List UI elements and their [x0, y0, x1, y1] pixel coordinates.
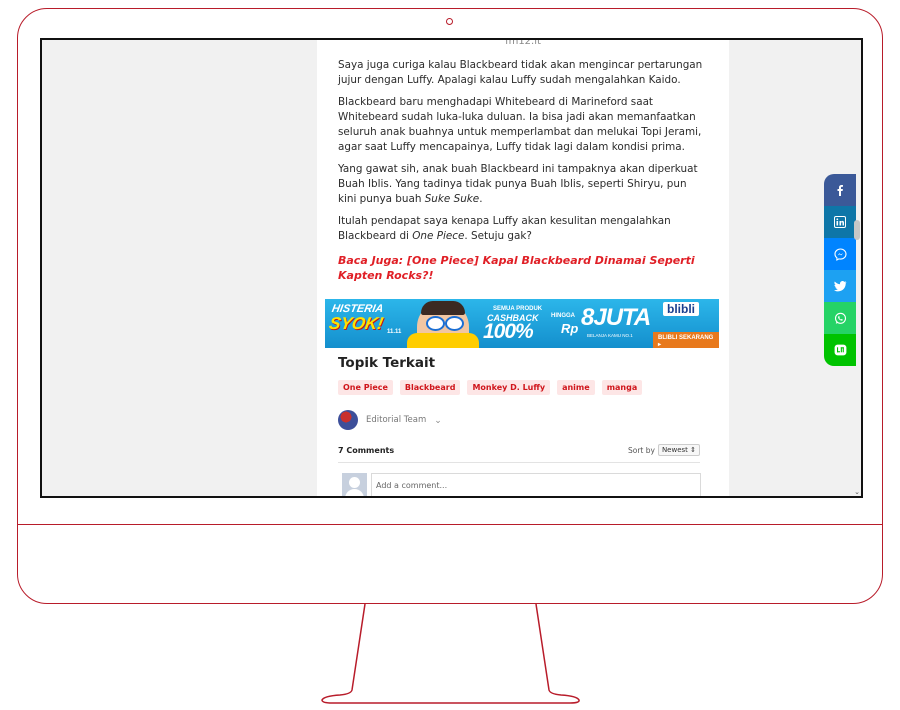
tag-blackbeard[interactable]: Blackbeard [399, 380, 461, 395]
comment-composer: Add a comment... [342, 473, 701, 496]
whatsapp-icon [834, 312, 846, 324]
banner-text: HINGGA [551, 313, 575, 319]
scroll-down-arrow-icon[interactable]: ⌄ [854, 488, 860, 496]
banner-text: SEMUA PRODUK [493, 306, 543, 312]
ad-banner[interactable]: HISTERIA SYOK! 11.11 SEMUA PRODUK CASHBAC… [325, 299, 719, 348]
related-topics-tags: One Piece Blackbeard Monkey D. Luffy ani… [338, 380, 643, 395]
sort-label: Sort by [627, 445, 655, 455]
article-column: fm12.it Saya juga curiga kalau Blackbear… [317, 38, 729, 496]
twitter-icon [833, 280, 846, 291]
monitor-stand [321, 604, 580, 704]
scrollbar[interactable]: ⌄ [852, 40, 861, 496]
sort-select[interactable]: Newest ⇕ [657, 444, 700, 456]
tag-anime[interactable]: anime [557, 380, 595, 395]
sort-control: Sort by Newest ⇕ [628, 444, 700, 456]
chevron-down-icon[interactable]: ⌄ [434, 415, 442, 426]
site-url: fm12.it [505, 38, 541, 47]
banner-amount: 8JUTA [581, 304, 651, 331]
banner-percent: 100% [483, 320, 534, 343]
messenger-icon [833, 247, 847, 261]
browser-screen: fm12.it Saya juga curiga kalau Blackbear… [40, 38, 863, 498]
tag-monkey-d-luffy[interactable]: Monkey D. Luffy [467, 380, 551, 395]
line-icon [834, 344, 846, 356]
banner-cta-button[interactable]: BLIBLI SEKARANG ▸ [653, 332, 719, 348]
author-name: Editorial Team [366, 415, 427, 425]
linkedin-icon [834, 216, 846, 228]
avatar [338, 410, 358, 430]
article-body: Saya juga curiga kalau Blackbeard tidak … [338, 58, 708, 284]
article-paragraph: Yang gawat sih, anak buah Blackbeard ini… [338, 162, 698, 205]
read-also-link[interactable]: Baca Juga: [One Piece] Kapal Blackbeard … [338, 253, 708, 284]
comment-count: 7 Comments [338, 445, 395, 455]
banner-text: Rp [561, 321, 579, 336]
article-paragraph: Blackbeard baru menghadapi Whitebeard di… [338, 96, 702, 153]
blibli-logo: blibli [663, 302, 699, 316]
monitor-chin-divider [17, 524, 883, 525]
facebook-icon [837, 185, 843, 196]
scrollbar-thumb[interactable] [854, 220, 860, 240]
comments-header: 7 Comments Sort by Newest ⇕ [338, 444, 700, 463]
banner-tagline: BELANJA KAMU NO.1 [587, 333, 633, 338]
user-avatar [342, 473, 367, 496]
tag-one-piece[interactable]: One Piece [338, 380, 393, 395]
banner-title: HISTERIA SYOK! [327, 303, 385, 333]
article-paragraph: Itulah pendapat saya kenapa Luffy akan k… [338, 214, 671, 242]
article-paragraph: Saya juga curiga kalau Blackbeard tidak … [338, 59, 703, 86]
author-byline[interactable]: Editorial Team ⌄ [338, 410, 442, 430]
tag-manga[interactable]: manga [601, 380, 643, 395]
banner-date: 11.11 [387, 329, 402, 335]
webcam-icon [446, 18, 453, 25]
related-topics-heading: Topik Terkait [338, 355, 436, 371]
comment-input[interactable]: Add a comment... [371, 473, 701, 496]
